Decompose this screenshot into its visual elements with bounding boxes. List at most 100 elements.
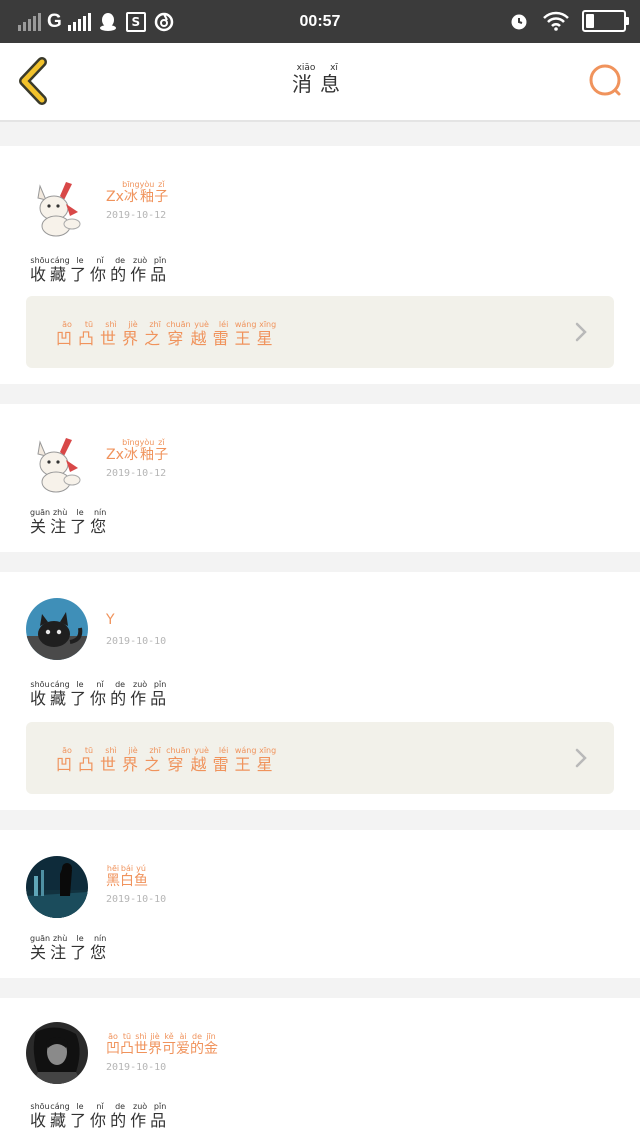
ruby-char: 了le — [70, 934, 91, 962]
ruby-char: 凹āo — [106, 1032, 120, 1057]
ruby-char: 穿chuān — [166, 746, 191, 774]
black-cat-avatar-icon — [26, 598, 88, 660]
ruby-char: 凸tū — [78, 320, 101, 348]
ruby-char: 王wáng — [234, 746, 257, 774]
message-card[interactable]: 凹āo凸tū世shì界jiè可kě爱ài的de金jīn 2019-10-10 收… — [0, 998, 640, 1138]
pikachu-fox-avatar-icon — [26, 176, 88, 238]
ruby-char: 雷léi — [212, 320, 235, 348]
ruby-char: 越yuè — [190, 746, 213, 774]
ruby-char: 了le — [70, 256, 91, 284]
ruby-char: 收shōu — [30, 1102, 51, 1130]
avatar[interactable] — [26, 598, 88, 660]
ruby-char: 的de — [190, 1032, 204, 1057]
message-card[interactable]: 黑hēi白bái鱼yú 2019-10-10 关guān注zhù了le您nín — [0, 830, 640, 978]
avatar[interactable] — [26, 176, 88, 238]
search-icon — [589, 64, 621, 96]
work-link[interactable]: 凹āo凸tū世shì界jiè之zhī穿chuān越yuè雷léi王wáng星xī… — [26, 722, 614, 794]
ruby-char: 星xīng — [256, 320, 279, 348]
ruby-char: 收shōu — [30, 256, 51, 284]
ruby-char: 品pǐn — [150, 256, 171, 284]
ruby-char: 品pǐn — [150, 1102, 171, 1130]
ruby-char: 注zhù — [50, 934, 71, 962]
avatar[interactable] — [26, 1022, 88, 1084]
work-title: 凹āo凸tū世shì界jiè之zhī穿chuān越yuè雷léi王wáng星xī… — [56, 746, 279, 775]
ruby-char: 穿chuān — [166, 320, 191, 348]
ruby-char: 凸tū — [120, 1032, 134, 1057]
ruby-char: 金jīn — [204, 1032, 218, 1057]
user-name[interactable]: Zx冰bīng釉yòu子zǐ — [106, 180, 168, 206]
message-card[interactable]: Zx冰bīng釉yòu子zǐ 2019-10-12 关guān注zhù了le您n… — [0, 404, 640, 552]
anime-scene-avatar-icon — [26, 856, 88, 918]
ruby-char: 釉yòu — [139, 180, 155, 205]
message-card[interactable]: Y 2019-10-10 收shōu藏cáng了le你nǐ的de作zuò品pǐn… — [0, 572, 640, 810]
ruby-char: 王wáng — [234, 320, 257, 348]
page-title: 消xiāo息xī — [292, 63, 348, 96]
ruby-char: 冰bīng — [122, 438, 140, 463]
message-card[interactable]: Zx冰bīng釉yòu子zǐ 2019-10-12 收shōu藏cáng了le你… — [0, 146, 640, 384]
ruby-char: 越yuè — [190, 320, 213, 348]
message-action-text: 收shōu藏cáng了le你nǐ的de作zuò品pǐn — [30, 1102, 170, 1131]
message-action-text: 收shōu藏cáng了le你nǐ的de作zuò品pǐn — [30, 256, 170, 285]
user-name[interactable]: Zx冰bīng釉yòu子zǐ — [106, 438, 168, 464]
ruby-char: 鱼yú — [134, 864, 148, 889]
ruby-char: 子zǐ — [154, 180, 169, 205]
message-date: 2019-10-12 — [106, 210, 167, 221]
ruby-char: 的de — [110, 1102, 131, 1130]
battery-icon — [582, 10, 629, 32]
ruby-char: 藏cáng — [50, 1102, 71, 1130]
ruby-char: 雷léi — [212, 746, 235, 774]
ruby-char: 之zhī — [144, 746, 167, 774]
user-name[interactable]: Y — [106, 612, 115, 628]
ruby-char: 你nǐ — [90, 1102, 111, 1130]
app-header: 消xiāo息xī — [0, 43, 640, 122]
search-button[interactable] — [586, 61, 626, 101]
ruby-char: 白bái — [120, 864, 134, 889]
ruby-char: 之zhī — [144, 320, 167, 348]
user-name[interactable]: 凹āo凸tū世shì界jiè可kě爱ài的de金jīn — [106, 1032, 218, 1058]
ruby-char: 的de — [110, 680, 131, 708]
alarm-icon — [508, 10, 530, 32]
message-action-text: 关guān注zhù了le您nín — [30, 508, 110, 537]
ruby-char: 世shì — [100, 320, 123, 348]
message-date: 2019-10-10 — [106, 894, 167, 905]
avatar[interactable] — [26, 432, 88, 494]
ruby-char: 界jiè — [148, 1032, 162, 1057]
ruby-char: 爱ài — [176, 1032, 190, 1057]
ruby-char: 收shōu — [30, 680, 51, 708]
ruby-char: 的de — [110, 256, 131, 284]
ruby-char: 世shì — [134, 1032, 148, 1057]
ruby-char: 凸tū — [78, 746, 101, 774]
ruby-char: 凹āo — [56, 320, 79, 348]
message-date: 2019-10-12 — [106, 468, 167, 479]
ruby-char: 界jiè — [122, 320, 145, 348]
ruby-char: 您nín — [90, 508, 111, 536]
ruby-char: 您nín — [90, 934, 111, 962]
user-name[interactable]: 黑hēi白bái鱼yú — [106, 864, 148, 890]
message-action-text: 关guān注zhù了le您nín — [30, 934, 110, 963]
ruby-char: 注zhù — [50, 508, 71, 536]
avatar[interactable] — [26, 856, 88, 918]
ruby-char: 了le — [70, 508, 91, 536]
ruby-char: 关guān — [30, 508, 51, 536]
chevron-right-icon — [575, 322, 587, 342]
ruby-char: 可kě — [162, 1032, 176, 1057]
ruby-char: 子zǐ — [154, 438, 169, 463]
message-date: 2019-10-10 — [106, 636, 167, 647]
ruby-char: 息xī — [320, 63, 348, 96]
ruby-char: 藏cáng — [50, 256, 71, 284]
wifi-icon — [542, 10, 570, 32]
ruby-char: 你nǐ — [90, 680, 111, 708]
work-link[interactable]: 凹āo凸tū世shì界jiè之zhī穿chuān越yuè雷léi王wáng星xī… — [26, 296, 614, 368]
status-bar: G S 00:57 — [0, 0, 640, 43]
chevron-right-icon — [575, 748, 587, 768]
ruby-char: 星xīng — [256, 746, 279, 774]
ruby-char: 釉yòu — [139, 438, 155, 463]
status-right — [508, 10, 629, 32]
ruby-char: 消xiāo — [292, 63, 320, 96]
ruby-char: 冰bīng — [122, 180, 140, 205]
ruby-char: 作zuò — [130, 256, 151, 284]
ruby-char: 作zuò — [130, 1102, 151, 1130]
pikachu-fox-avatar-icon — [26, 432, 88, 494]
ruby-char: 品pǐn — [150, 680, 171, 708]
ruby-char: 黑hēi — [106, 864, 120, 889]
